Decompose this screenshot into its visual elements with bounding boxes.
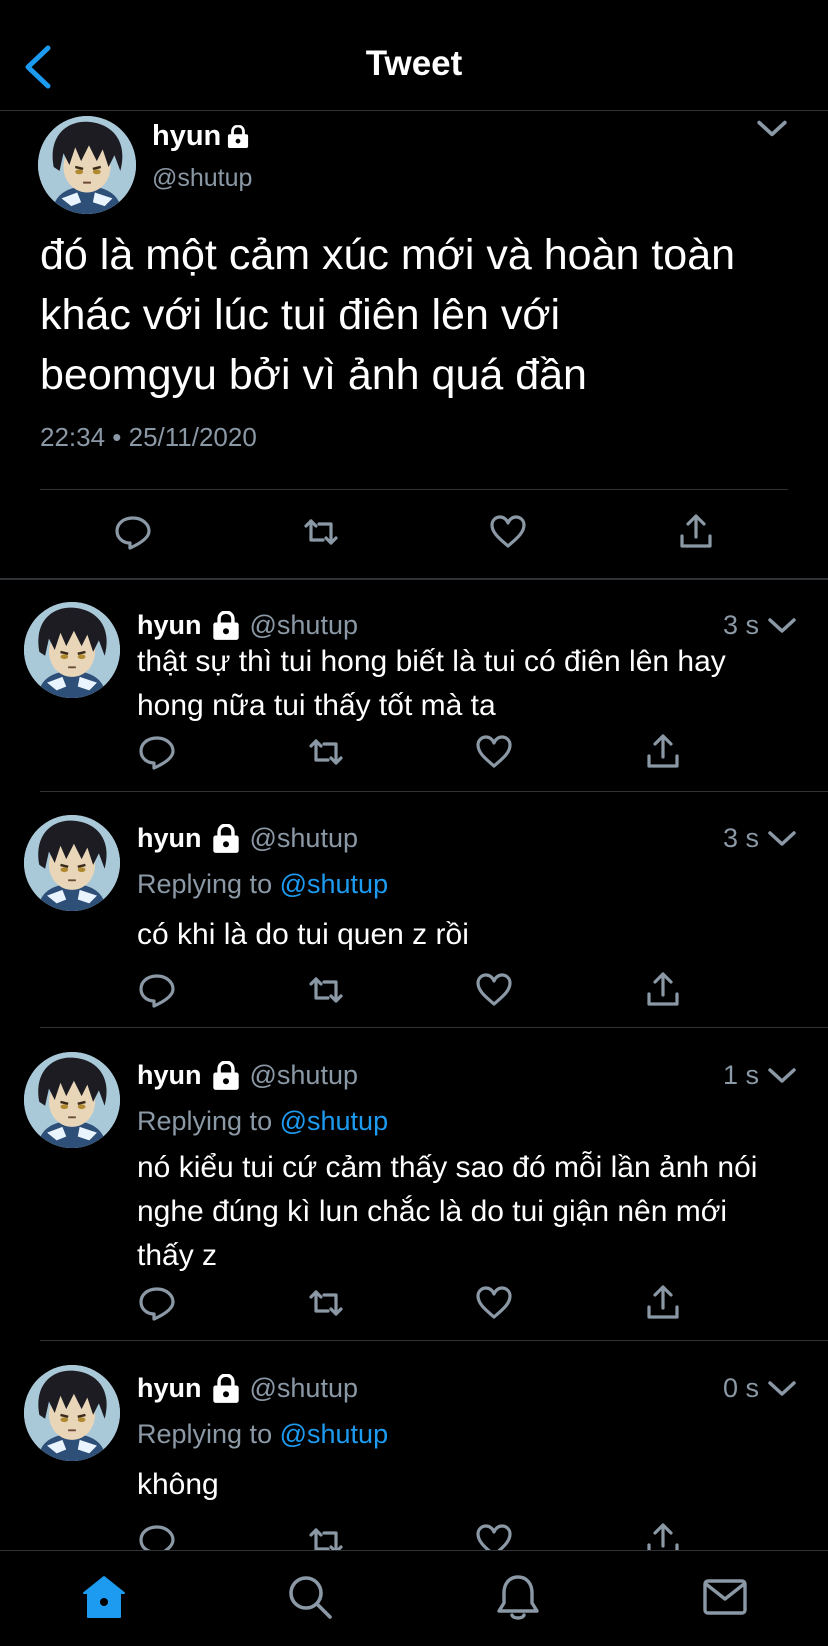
reply-header: hyun @shutup 3 s bbox=[137, 823, 797, 854]
reply-header: hyun @shutup 1 s bbox=[137, 1060, 797, 1091]
tweet-text: thật sự thì tui hong biết là tui có điên… bbox=[137, 645, 726, 722]
retweet-icon[interactable] bbox=[301, 512, 341, 552]
replying-to: Replying to @shutup bbox=[137, 869, 388, 900]
replying-to-label: Replying to bbox=[137, 869, 273, 899]
reply-tweet[interactable]: hyun @shutup 3 s Replying to @shutup có … bbox=[0, 813, 828, 1028]
retweet-icon[interactable] bbox=[306, 970, 346, 1010]
reply-icon[interactable] bbox=[137, 970, 177, 1010]
share-icon[interactable] bbox=[643, 732, 683, 772]
reply-icon[interactable] bbox=[113, 512, 153, 552]
author-handle[interactable]: @shutup bbox=[152, 164, 252, 193]
like-icon[interactable] bbox=[474, 1521, 514, 1550]
replying-to-label: Replying to bbox=[137, 1419, 273, 1449]
like-icon[interactable] bbox=[474, 1283, 514, 1323]
reply-header: hyun @shutup 0 s bbox=[137, 1373, 797, 1404]
author-name[interactable]: hyun bbox=[137, 610, 202, 641]
page-title: Tweet bbox=[365, 44, 463, 83]
avatar[interactable] bbox=[24, 602, 120, 698]
reply-icon[interactable] bbox=[137, 1521, 177, 1550]
replying-to-mention[interactable]: @shutup bbox=[280, 869, 388, 899]
divider bbox=[0, 578, 828, 580]
like-icon[interactable] bbox=[474, 732, 514, 772]
home-icon[interactable] bbox=[80, 1573, 128, 1621]
tweet-text: không bbox=[137, 1468, 219, 1501]
reply-tweet[interactable]: hyun @shutup 3 s thật sự thì tui hong bi… bbox=[0, 600, 828, 792]
divider bbox=[40, 1340, 828, 1341]
lock-icon bbox=[212, 824, 240, 854]
reply-tweet[interactable]: hyun @shutup 0 s Replying to @shutup khô… bbox=[0, 1363, 828, 1550]
divider bbox=[40, 489, 788, 490]
retweet-icon[interactable] bbox=[306, 1283, 346, 1323]
retweet-icon[interactable] bbox=[306, 1521, 346, 1550]
chevron-down-icon[interactable] bbox=[767, 1379, 797, 1399]
chevron-down-icon[interactable] bbox=[767, 1066, 797, 1086]
tweet-text: có khi là do tui quen z rồi bbox=[137, 918, 469, 951]
tweet-text: nó kiểu tui cứ cảm thấy sao đó mỗi lần ả… bbox=[137, 1151, 758, 1272]
author-name[interactable]: hyun bbox=[152, 120, 221, 153]
reply-tweet[interactable]: hyun @shutup 1 s Replying to @shutup nó … bbox=[0, 1050, 828, 1342]
share-icon[interactable] bbox=[643, 1283, 683, 1323]
reply-icon[interactable] bbox=[137, 1283, 177, 1323]
reply-header: hyun @shutup 3 s bbox=[137, 610, 797, 641]
share-icon[interactable] bbox=[676, 512, 716, 552]
messages-icon[interactable] bbox=[701, 1573, 749, 1621]
divider bbox=[40, 791, 828, 792]
author-name[interactable]: hyun bbox=[137, 1060, 202, 1091]
relative-time: 0 s bbox=[722, 1373, 759, 1403]
divider bbox=[40, 1027, 828, 1028]
replying-to-label: Replying to bbox=[137, 1106, 273, 1136]
search-icon[interactable] bbox=[286, 1573, 334, 1621]
tweet-actions bbox=[0, 512, 828, 556]
author-handle[interactable]: @shutup bbox=[250, 610, 358, 641]
tweet-timestamp: 22:34 • 25/11/2020 bbox=[40, 422, 257, 452]
replying-to: Replying to @shutup bbox=[137, 1419, 388, 1450]
relative-time: 1 s bbox=[722, 1060, 759, 1090]
tweet-text: đó là một cảm xúc mới và hoàn toàn khác … bbox=[40, 231, 736, 399]
relative-time: 3 s bbox=[722, 823, 759, 853]
share-icon[interactable] bbox=[643, 970, 683, 1010]
lock-icon bbox=[212, 1061, 240, 1091]
chevron-down-icon[interactable] bbox=[756, 118, 788, 140]
avatar[interactable] bbox=[24, 1052, 120, 1148]
lock-icon bbox=[227, 125, 249, 149]
replying-to: Replying to @shutup bbox=[137, 1106, 388, 1137]
replying-to-mention[interactable]: @shutup bbox=[280, 1419, 388, 1449]
avatar[interactable] bbox=[24, 1365, 120, 1461]
avatar[interactable] bbox=[24, 815, 120, 911]
share-icon[interactable] bbox=[643, 1521, 683, 1550]
author-name[interactable]: hyun bbox=[137, 1373, 202, 1404]
author-handle[interactable]: @shutup bbox=[250, 823, 358, 854]
reply-icon[interactable] bbox=[137, 732, 177, 772]
lock-icon bbox=[212, 1374, 240, 1404]
chevron-down-icon[interactable] bbox=[767, 616, 797, 636]
lock-icon bbox=[212, 611, 240, 641]
author-name-row[interactable]: hyun bbox=[152, 120, 249, 153]
author-handle[interactable]: @shutup bbox=[250, 1060, 358, 1091]
retweet-icon[interactable] bbox=[306, 732, 346, 772]
author-name[interactable]: hyun bbox=[137, 823, 202, 854]
avatar[interactable] bbox=[38, 116, 136, 214]
like-icon[interactable] bbox=[488, 512, 528, 552]
like-icon[interactable] bbox=[474, 970, 514, 1010]
top-bar: Tweet bbox=[0, 0, 828, 111]
relative-time: 3 s bbox=[722, 610, 759, 640]
chevron-down-icon[interactable] bbox=[767, 829, 797, 849]
replying-to-mention[interactable]: @shutup bbox=[280, 1106, 388, 1136]
bottom-nav bbox=[0, 1550, 828, 1646]
notifications-icon[interactable] bbox=[494, 1573, 542, 1621]
author-handle[interactable]: @shutup bbox=[250, 1373, 358, 1404]
